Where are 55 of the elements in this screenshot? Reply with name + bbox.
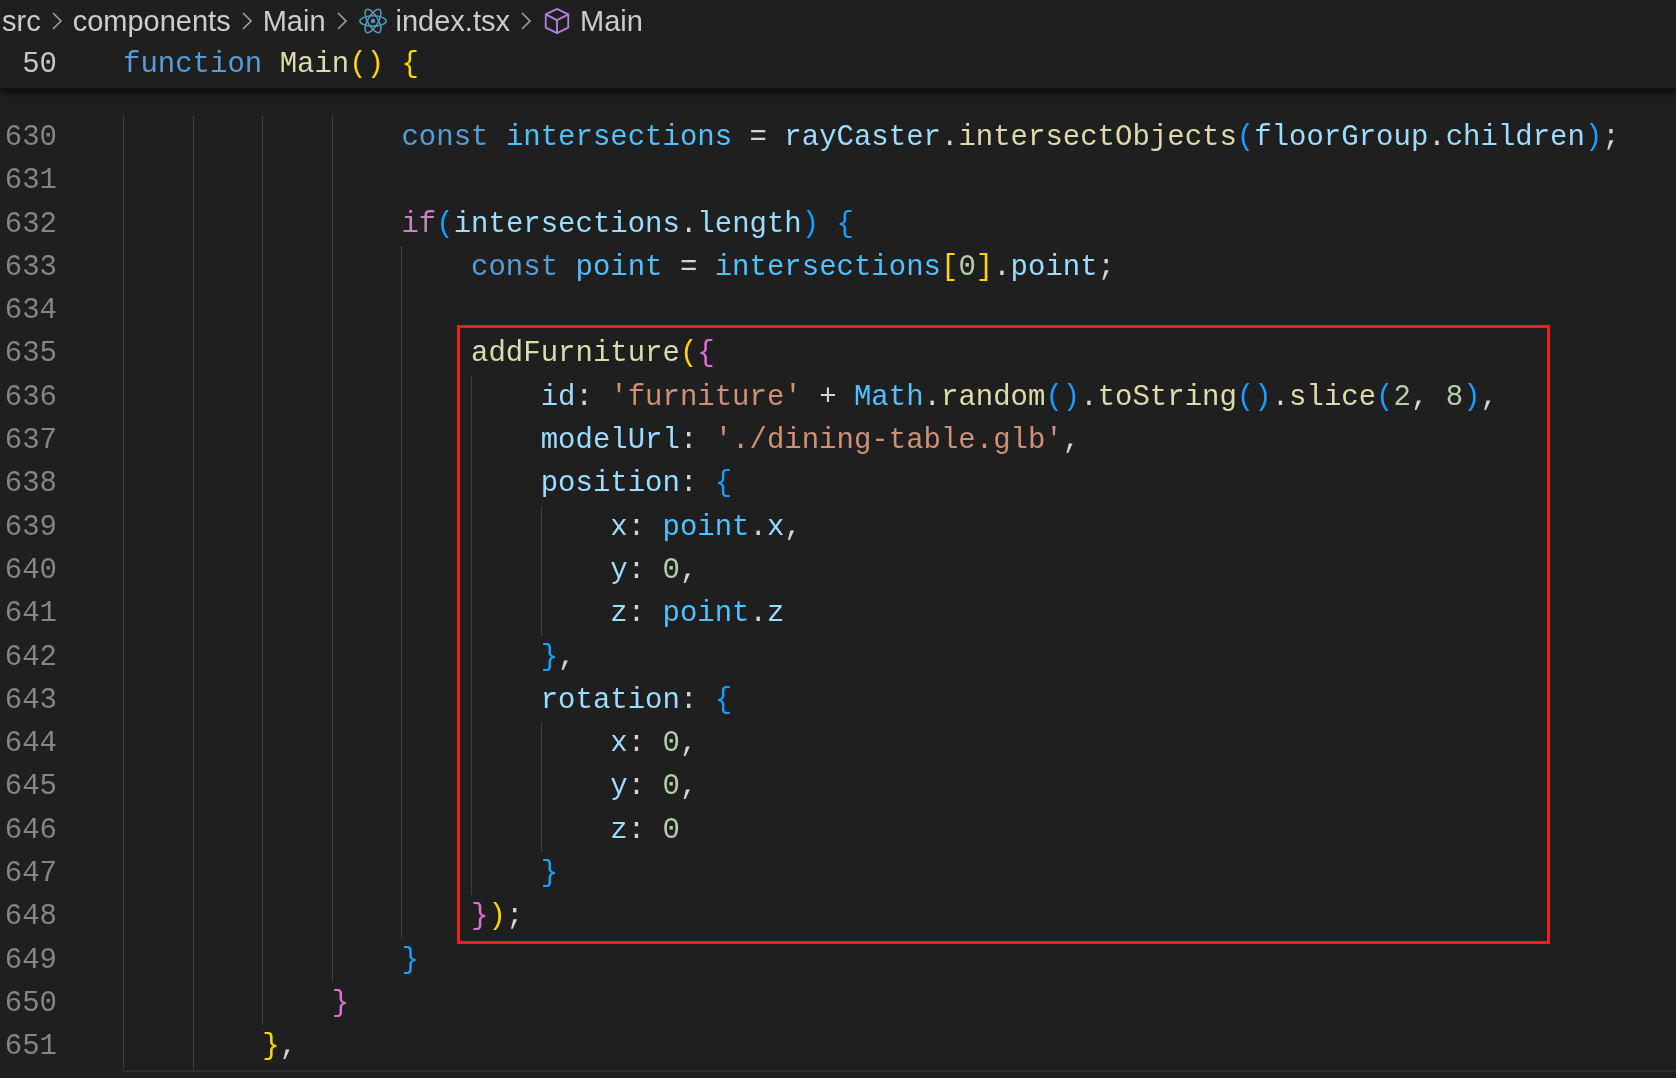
chevron-icon (335, 11, 348, 31)
code-line: id: 'furniture' + Math.random().toString().slice(2, 8), (539, 379, 1498, 416)
code-line: } (330, 985, 350, 1022)
line-number: 650 (3, 985, 58, 1022)
code-line: if(intersections.length) { (400, 206, 854, 243)
line-number: 50 (21, 47, 58, 84)
code-line: }); (470, 899, 524, 936)
chevron-icon (240, 11, 253, 31)
code-line: }, (539, 639, 576, 676)
line-number: 643 (3, 682, 58, 719)
line-number: 647 (3, 856, 58, 893)
line-number: 632 (3, 206, 58, 243)
code-line: z: 0 (609, 812, 680, 849)
chevron-icon (50, 11, 63, 31)
line-number: 635 (3, 336, 58, 373)
line-number: 637 (3, 423, 58, 460)
line-number: 649 (3, 942, 58, 979)
cube-icon (542, 6, 572, 36)
line-number: 640 (3, 552, 58, 589)
line-number: 651 (3, 1029, 58, 1066)
line-number: 645 (3, 769, 58, 806)
line-number: 638 (3, 466, 58, 503)
code-line: const intersections = rayCaster.intersectObjects(floorGroup.children); (400, 120, 1620, 156)
line-number: 644 (3, 726, 58, 763)
line-number: 631 (3, 163, 58, 200)
line-number: 648 (3, 899, 58, 936)
code-line: modelUrl: './dining-table.glb', (539, 423, 1081, 460)
breadcrumb-item[interactable]: src (2, 4, 41, 38)
atom-icon (357, 6, 388, 36)
chevron-icon (520, 11, 532, 31)
code-line: y: 0, (609, 769, 698, 806)
code-line: rotation: { (539, 682, 733, 719)
code-line: } (539, 856, 559, 893)
breadcrumb-item[interactable]: components (72, 4, 231, 38)
code-line: position: { (539, 466, 733, 503)
line-number: 630 (3, 120, 58, 156)
code-line: z: point.z (609, 596, 785, 633)
code-line: y: 0, (609, 552, 698, 589)
code-line: x: 0, (609, 726, 698, 763)
line-number: 639 (3, 509, 58, 546)
code-line: const point = intersections[0].point; (470, 249, 1115, 286)
code-line: function Main() { (123, 47, 419, 84)
code-line: }, (261, 1029, 298, 1066)
line-number: 633 (3, 249, 58, 286)
line-number: 634 (3, 293, 58, 330)
breadcrumb-item[interactable]: Main (542, 4, 643, 38)
breadcrumb-item[interactable]: Main (262, 4, 326, 38)
line-number: 641 (3, 596, 58, 633)
line-number: 636 (3, 379, 58, 416)
code-line: x: point.x, (609, 509, 802, 546)
breadcrumb-item[interactable]: index.tsx (357, 4, 510, 38)
code-line: addFurniture({ (470, 336, 715, 373)
line-number: 642 (3, 639, 58, 676)
line-number: 646 (3, 812, 58, 849)
code-line: } (400, 942, 419, 979)
